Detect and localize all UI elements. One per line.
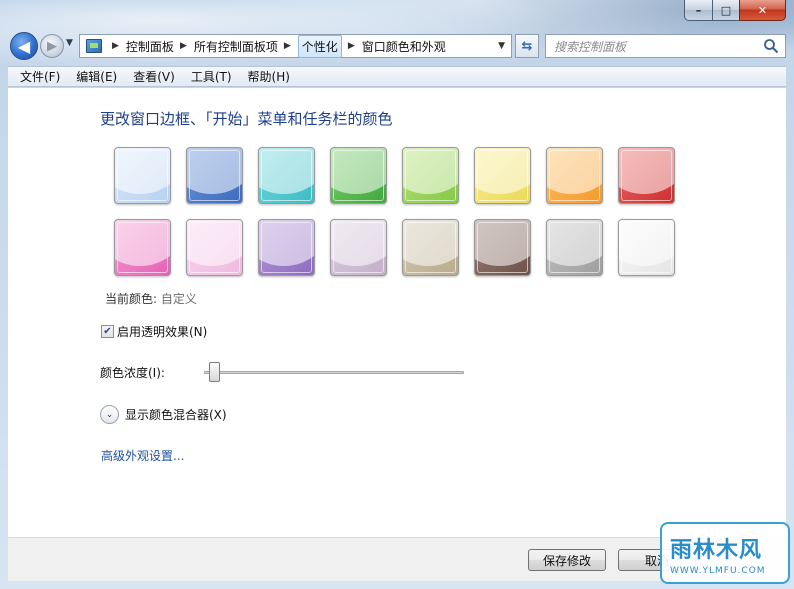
address-dropdown-icon[interactable]: ▼ [498, 41, 505, 51]
menu-help[interactable]: 帮助(H) [240, 68, 298, 85]
back-button[interactable]: ◀ [10, 32, 38, 60]
address-bar[interactable]: ▶ 控制面板 ▶ 所有控制面板项 ▶ 个性化 ▶ 窗口颜色和外观 ▼ [79, 34, 512, 58]
breadcrumb-control-panel[interactable]: 控制面板 [126, 38, 174, 55]
recent-pages-dropdown-icon[interactable]: ▼ [66, 38, 73, 48]
transparency-option[interactable]: ✔ 启用透明效果(N) [101, 323, 207, 340]
breadcrumb-all-items[interactable]: 所有控制面板项 [194, 38, 278, 55]
menu-file[interactable]: 文件(F) [12, 68, 68, 85]
current-color-label: 当前颜色: [105, 292, 158, 306]
search-placeholder: 搜索控制面板 [554, 39, 627, 54]
color-swatch[interactable] [618, 219, 675, 276]
chevron-right-icon[interactable]: ▶ [180, 41, 187, 51]
maximize-button[interactable]: □ [712, 0, 739, 21]
advanced-appearance-link[interactable]: 高级外观设置... [101, 447, 184, 464]
color-swatch[interactable] [402, 147, 459, 204]
close-button[interactable]: ✕ [739, 0, 786, 21]
color-mixer-toggle[interactable]: ⌄ 显示颜色混合器(X) [100, 405, 227, 424]
color-swatch[interactable] [402, 219, 459, 276]
breadcrumb-window-color[interactable]: 窗口颜色和外观 [362, 38, 446, 55]
chevron-down-icon[interactable]: ⌄ [100, 405, 119, 424]
color-swatch[interactable] [258, 147, 315, 204]
forward-button[interactable]: ▶ [40, 34, 64, 58]
control-panel-icon [86, 39, 102, 53]
save-button[interactable]: 保存修改 [528, 549, 606, 571]
watermark-text: 雨林木风 [670, 538, 763, 563]
content-pane: 更改窗口边框、「开始」菜单和任务栏的颜色 当前颜色: 自定义 ✔ 启用透明效果(… [8, 88, 786, 537]
menu-view[interactable]: 查看(V) [125, 68, 183, 85]
transparency-checkbox[interactable]: ✔ [101, 325, 114, 338]
intensity-slider-thumb[interactable] [209, 362, 221, 382]
minimize-button[interactable]: – [684, 0, 712, 21]
intensity-label: 颜色浓度(I): [100, 366, 165, 380]
color-swatch[interactable] [330, 147, 387, 204]
watermark-url: WWW.YLMFU.COM [670, 566, 766, 576]
caption-buttons: – □ ✕ [684, 0, 786, 21]
navigation-bar: ◀ ▶ ▼ ▶ 控制面板 ▶ 所有控制面板项 ▶ 个性化 ▶ 窗口颜色和外观 ▼… [8, 30, 786, 62]
refresh-icon: ⇆ [521, 38, 533, 54]
page-title: 更改窗口边框、「开始」菜单和任务栏的颜色 [100, 110, 393, 128]
current-color: 当前颜色: 自定义 [105, 290, 197, 307]
transparency-label[interactable]: 启用透明效果(N) [117, 323, 207, 340]
chevron-right-icon[interactable]: ▶ [348, 41, 355, 51]
color-swatch[interactable] [618, 147, 675, 204]
color-swatch[interactable] [186, 147, 243, 204]
current-color-value: 自定义 [160, 292, 197, 306]
menu-bar: 文件(F) 编辑(E) 查看(V) 工具(T) 帮助(H) [8, 66, 786, 87]
back-arrow-icon: ◀ [17, 36, 31, 56]
color-swatch[interactable] [114, 147, 171, 204]
refresh-button[interactable]: ⇆ [515, 34, 539, 58]
chevron-right-icon[interactable]: ▶ [284, 41, 291, 51]
watermark-logo: 雨林木风 WWW.YLMFU.COM [660, 522, 790, 584]
intensity-slider-track[interactable] [204, 371, 464, 374]
color-swatch[interactable] [546, 219, 603, 276]
color-swatch[interactable] [114, 219, 171, 276]
menu-edit[interactable]: 编辑(E) [68, 68, 125, 85]
color-swatch[interactable] [258, 219, 315, 276]
color-mixer-label[interactable]: 显示颜色混合器(X) [125, 406, 227, 423]
search-input[interactable]: 搜索控制面板 [545, 34, 786, 58]
color-swatch[interactable] [474, 219, 531, 276]
search-icon[interactable] [763, 38, 779, 54]
forward-arrow-icon: ▶ [47, 38, 57, 54]
color-swatch[interactable] [546, 147, 603, 204]
color-swatch[interactable] [330, 219, 387, 276]
color-swatch[interactable] [474, 147, 531, 204]
chevron-right-icon[interactable]: ▶ [112, 41, 119, 51]
breadcrumb-personalization[interactable]: 个性化 [297, 34, 342, 58]
color-swatch[interactable] [186, 219, 243, 276]
menu-tools[interactable]: 工具(T) [183, 68, 240, 85]
checkmark-icon: ✔ [103, 326, 112, 337]
